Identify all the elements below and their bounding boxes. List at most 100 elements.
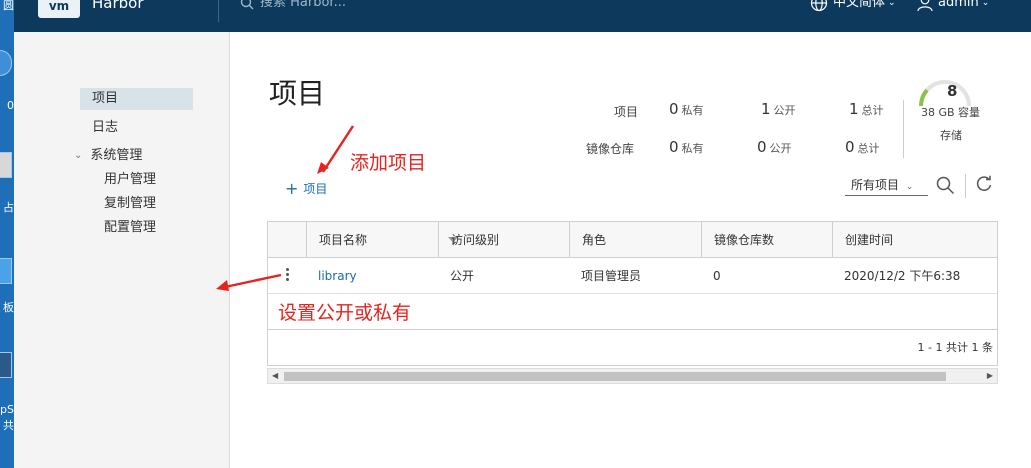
sidebar-item-configuration[interactable]: 配置管理 [104, 217, 156, 239]
pagination-info: 1 - 1 共计 1 条 [917, 341, 993, 354]
sidebar-item-label: 配置管理 [104, 220, 157, 235]
search-icon [240, 0, 254, 10]
project-access: 公开 [450, 269, 475, 283]
sidebar-item-label: 系统管理 [90, 148, 143, 163]
stat-repos-total: 0 总计 [845, 138, 880, 156]
column-header-label: 镜像仓库数 [714, 233, 775, 247]
column-header-label: 创建时间 [845, 233, 894, 247]
column-header-name[interactable]: 项目名称 [306, 222, 458, 258]
sidebar: 项目 日志 ⌄ 系统管理 用户管理 复制管理 配置管理 [14, 32, 230, 468]
stat-sub-label: 公开 [769, 142, 792, 155]
brand-name[interactable]: Harbor [92, 0, 144, 12]
plus-icon: + [285, 178, 299, 198]
project-repo-count: 0 [713, 269, 721, 283]
table-footer: 1 - 1 共计 1 条 [268, 329, 997, 366]
global-search[interactable]: 搜索 Harbor... [240, 0, 346, 12]
username: admin [938, 0, 979, 10]
stat-repos-label: 镜像仓库 [586, 142, 635, 156]
stat-value: 0 [757, 138, 767, 156]
add-project-button[interactable]: + 项目 [285, 180, 327, 197]
sidebar-item-users[interactable]: 用户管理 [104, 169, 156, 191]
storage-capacity: 38 GB 容量 [921, 106, 981, 119]
scroll-left-icon[interactable]: ◀ [272, 371, 278, 380]
chevron-down-icon: ⌄ [905, 182, 914, 192]
column-header-access[interactable]: 访问级别 [438, 222, 569, 258]
storage-count: 8 [947, 82, 958, 100]
sidebar-item-projects[interactable]: 项目 [80, 88, 193, 110]
sidebar-item-logs[interactable]: 日志 [92, 117, 118, 139]
desktop-app-icon[interactable] [0, 258, 12, 284]
desktop-app-icon[interactable] [0, 50, 12, 76]
annotation-arrow-up [317, 125, 355, 174]
add-project-label: 项目 [303, 182, 328, 196]
desktop-icon-label: 占 [3, 201, 14, 214]
language-selector[interactable]: 中文简体 ⌄ [810, 0, 896, 12]
stats-divider [903, 100, 904, 158]
chevron-down-icon: ⌄ [74, 150, 83, 161]
storage-gauge [918, 80, 971, 107]
language-label: 中文简体 [833, 0, 886, 10]
stat-value: 0 [669, 100, 679, 118]
sidebar-item-admin[interactable]: ⌄ 系统管理 [74, 145, 142, 167]
refresh-icon[interactable] [975, 175, 993, 193]
project-role: 项目管理员 [581, 269, 642, 283]
sidebar-item-label: 复制管理 [104, 196, 157, 211]
search-icon[interactable] [935, 175, 955, 195]
vmware-logo: vm [38, 0, 80, 18]
globe-icon [810, 0, 828, 12]
stat-sub-label: 总计 [861, 104, 884, 117]
project-name-link[interactable]: library [306, 258, 357, 294]
desktop-recycle-icon[interactable] [0, 152, 12, 178]
stat-sub-label: 私有 [681, 104, 704, 117]
desktop-icon-label: pS [0, 403, 14, 416]
sidebar-item-replications[interactable]: 复制管理 [104, 193, 156, 215]
stat-value: 1 [849, 100, 859, 118]
stat-repos-public: 0 公开 [757, 138, 792, 156]
scroll-right-icon[interactable]: ▶ [987, 371, 993, 380]
kebab-menu-icon[interactable] [284, 268, 290, 284]
storage-label: 存储 [940, 129, 962, 142]
stat-sub-label: 总计 [857, 142, 880, 155]
projects-table: 项目名称 访问级别 角色 镜像仓库数 创建时间 library 公开 项目管理员 [267, 221, 998, 366]
stat-value: 1 [761, 100, 771, 118]
sidebar-item-label: 项目 [92, 91, 119, 106]
desktop-icon-label: 0 [7, 99, 14, 112]
table-row[interactable]: library 公开 项目管理员 0 2020/12/2 下午6:38 [268, 258, 997, 294]
column-header-role[interactable]: 角色 [569, 222, 701, 258]
column-header-created[interactable]: 创建时间 [832, 222, 998, 258]
annotation-set-visibility: 设置公开或私有 [278, 302, 412, 324]
stat-value: 0 [845, 138, 855, 156]
annotation-arrow-left [216, 273, 282, 291]
column-header-label: 角色 [582, 233, 607, 247]
column-header-label: 访问级别 [451, 233, 500, 247]
desktop-icon-label: 圆 [3, 0, 14, 12]
stat-value: 0 [669, 138, 679, 156]
chevron-down-icon: ⌄ [981, 0, 990, 8]
project-filter-select[interactable]: 所有项目 ⌄ [845, 176, 928, 196]
column-header-repo-count[interactable]: 镜像仓库数 [701, 222, 832, 258]
stat-sub-label: 公开 [773, 104, 796, 117]
project-created: 2020/12/2 下午6:38 [844, 269, 961, 283]
header-divider [218, 0, 219, 22]
chevron-down-icon: ⌄ [888, 0, 896, 8]
desktop-app-icon[interactable] [0, 352, 12, 378]
horizontal-scrollbar[interactable]: ◀ ▶ [267, 368, 998, 384]
sidebar-item-label: 日志 [92, 120, 119, 135]
top-header: vm Harbor 搜索 Harbor... 中文简体 ⌄ admin ⌄ [14, 0, 1031, 32]
column-header-label: 项目名称 [319, 233, 368, 247]
toolbar-divider [965, 174, 966, 198]
scrollbar-thumb[interactable] [284, 372, 946, 381]
stat-projects-label: 项目 [614, 105, 639, 119]
filter-value: 所有项目 [851, 178, 900, 192]
table-header: 项目名称 访问级别 角色 镜像仓库数 创建时间 [268, 222, 997, 258]
user-menu[interactable]: admin ⌄ [916, 0, 989, 12]
sidebar-item-label: 用户管理 [104, 172, 157, 187]
stat-projects-public: 1 公开 [761, 100, 796, 118]
annotation-add-project: 添加项目 [350, 152, 427, 174]
table-header-actions [268, 222, 306, 258]
desktop-icon-label: 板 [3, 301, 14, 314]
user-icon [917, 0, 933, 12]
search-placeholder[interactable]: 搜索 Harbor... [260, 0, 346, 12]
page-title: 项目 [269, 77, 326, 110]
desktop-strip: 圆 0 占 板 pS 共 [0, 0, 14, 468]
